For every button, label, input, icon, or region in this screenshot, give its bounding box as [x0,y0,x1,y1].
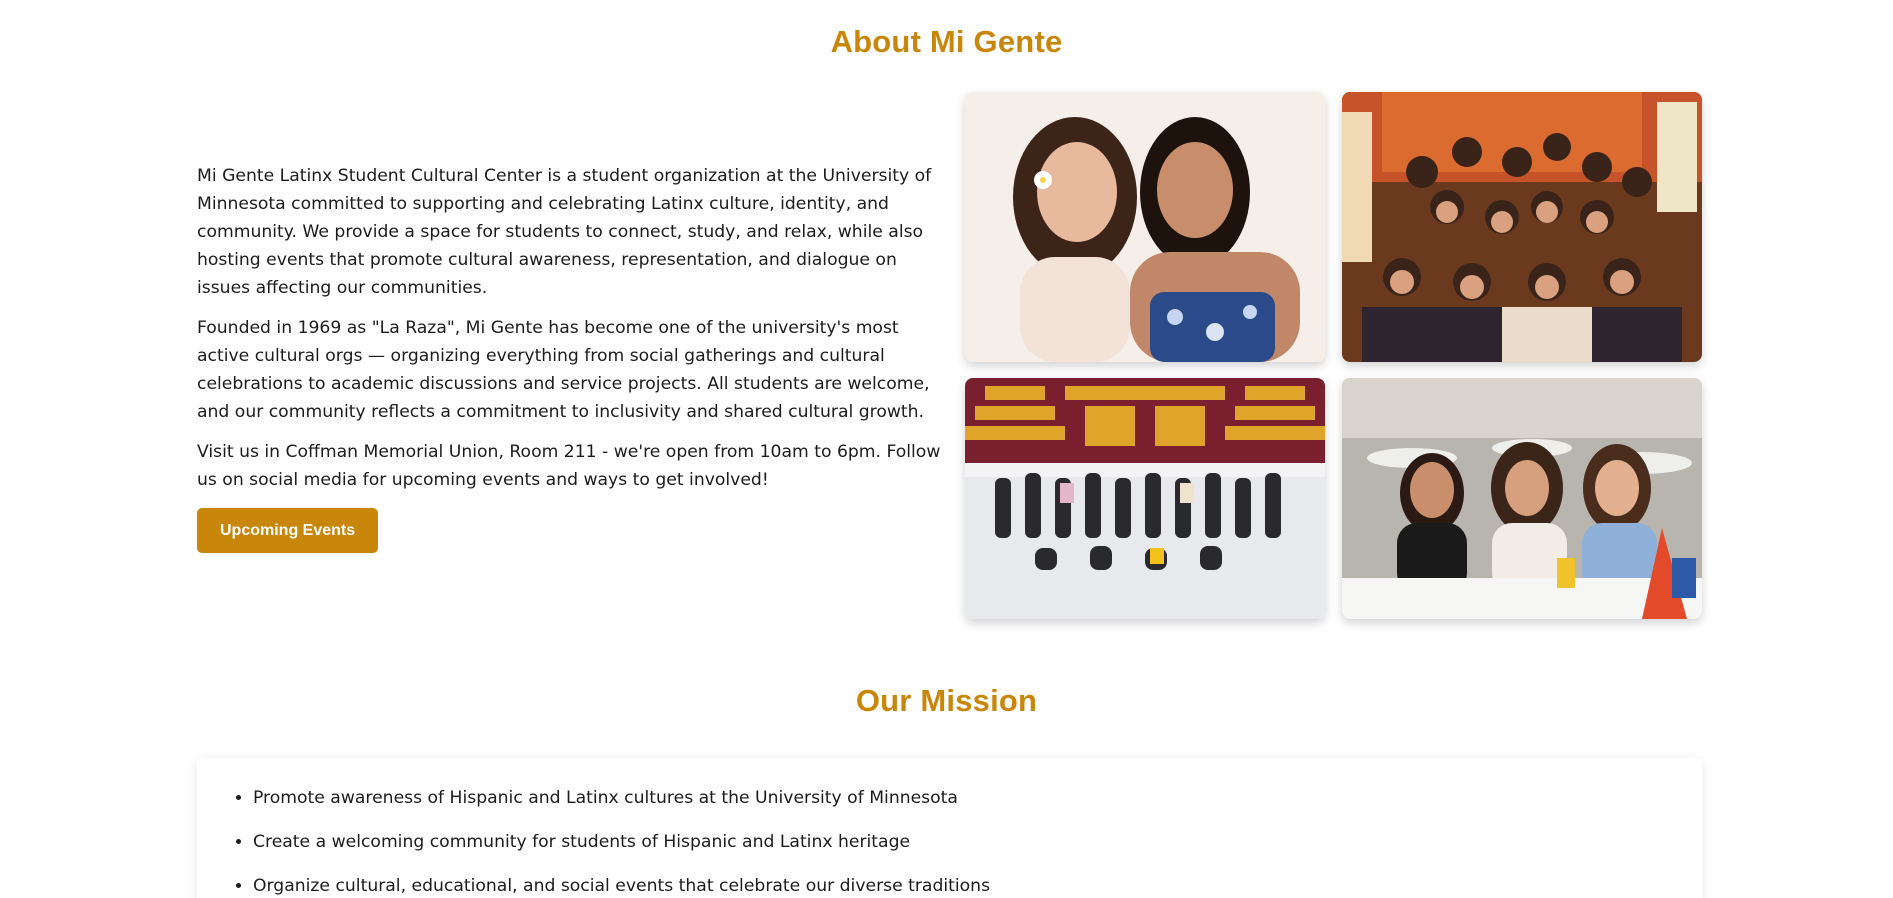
upcoming-events-button[interactable]: Upcoming Events [197,508,379,553]
photo-group-ice-rink [965,378,1325,619]
photo-gallery [965,92,1702,619]
photo-group-indoor-party [1342,92,1702,362]
about-paragraph-2: Founded in 1969 as "La Raza", Mi Gente h… [197,318,930,422]
mission-list: Promote awareness of Hispanic and Latinx… [197,758,1702,898]
mission-item: Create a welcoming community for student… [253,828,1702,856]
mission-card: Promote awareness of Hispanic and Latinx… [197,758,1702,898]
about-paragraph-3: Visit us in Coffman Memorial Union, Room… [197,442,941,490]
mission-title: Our Mission [855,683,1038,718]
mission-item: Promote awareness of Hispanic and Latinx… [253,784,1702,812]
page: About Mi Gente Mi Gente Latinx Student C… [0,0,1893,898]
about-title: About Mi Gente [830,24,1063,59]
about-paragraph-1: Mi Gente Latinx Student Cultural Center … [197,166,932,298]
about-text: Mi Gente Latinx Student Cultural Center … [197,162,942,553]
mission-item: Organize cultural, educational, and soci… [253,872,1702,898]
photo-two-students-portrait [965,92,1325,362]
about-section: Mi Gente Latinx Student Cultural Center … [197,92,1702,619]
photo-students-at-dinner-table [1342,378,1702,619]
